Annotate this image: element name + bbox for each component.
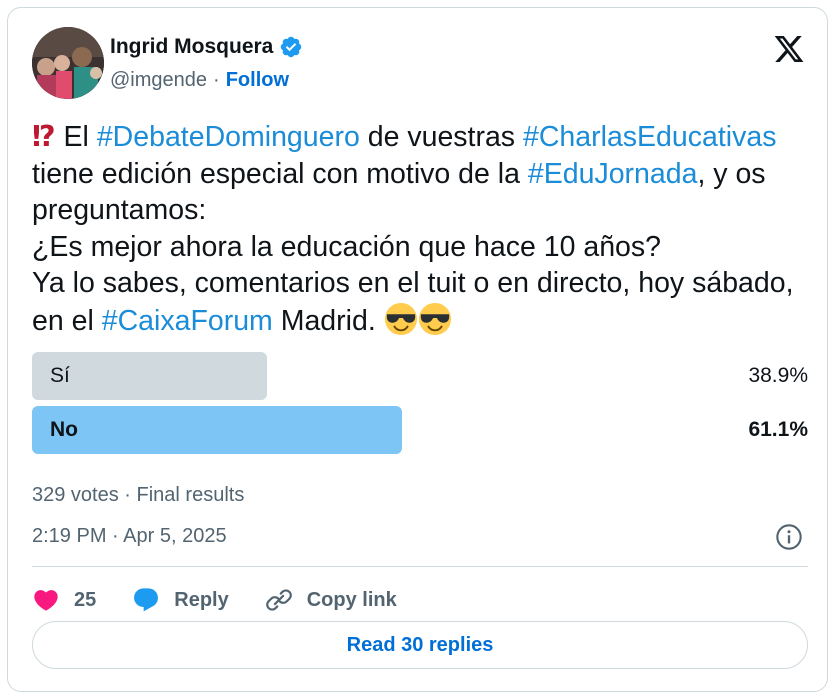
heart-icon	[34, 590, 58, 611]
copy-link-label: Copy link	[306, 588, 397, 611]
poll-option-no: No 61.1%	[32, 406, 808, 454]
author-name[interactable]: Ingrid Mosquera	[110, 35, 273, 59]
reply-label: Reply	[174, 588, 229, 611]
tweet-card: Ingrid Mosquera @imgende · Follow ⁉ El #…	[7, 7, 828, 692]
poll-option-label: Sí	[50, 364, 70, 387]
separator-dot: ·	[213, 69, 220, 91]
poll-option-label: No	[50, 418, 78, 441]
interrobang-emoji: ⁉	[32, 121, 56, 153]
poll-option-percent: 61.1%	[748, 418, 808, 441]
divider	[32, 566, 808, 567]
reply-button[interactable]: Reply	[132, 586, 229, 614]
poll-option-percent: 38.9%	[748, 364, 808, 387]
follow-button[interactable]: Follow	[226, 69, 289, 92]
hashtag-link[interactable]: #CharlasEducativas	[523, 121, 776, 153]
tweet-text: ⁉ El #DebateDominguero de vuestras #Char…	[32, 119, 812, 339]
action-bar: 25 Reply Copy link	[32, 580, 433, 620]
info-icon[interactable]	[775, 523, 803, 551]
tweet-text-segment: Madrid.	[272, 304, 384, 337]
poll-bar	[32, 406, 402, 454]
timestamp[interactable]: 2:19 PM · Apr 5, 2025	[32, 525, 227, 548]
like-count: 25	[74, 588, 97, 611]
tweet-text-segment: El	[55, 121, 97, 153]
hashtag-link[interactable]: #CaixaForum	[102, 305, 273, 337]
sunglasses-emoji-icon	[418, 302, 451, 335]
poll-meta: 329 votes · Final results	[32, 484, 245, 506]
reply-bubble-icon	[134, 588, 159, 612]
x-logo-icon[interactable]	[773, 33, 805, 65]
avatar[interactable]	[32, 27, 104, 99]
sunglasses-emoji-icon	[384, 302, 417, 335]
verified-badge-icon	[281, 36, 302, 58]
hashtag-link[interactable]: #DebateDominguero	[97, 121, 360, 153]
poll-option-si: Sí 38.9%	[32, 352, 808, 400]
author-handle[interactable]: @imgende	[110, 69, 207, 92]
author-handle-row: @imgende · Follow	[110, 69, 289, 92]
tweet-text-segment: de vuestras	[359, 121, 523, 153]
hashtag-link[interactable]: #EduJornada	[528, 158, 698, 190]
author-name-row: Ingrid Mosquera	[110, 35, 303, 59]
link-icon	[265, 589, 292, 611]
read-replies-button[interactable]: Read 30 replies	[32, 621, 808, 669]
copy-link-button[interactable]: Copy link	[265, 586, 397, 614]
like-button[interactable]: 25	[32, 586, 96, 614]
